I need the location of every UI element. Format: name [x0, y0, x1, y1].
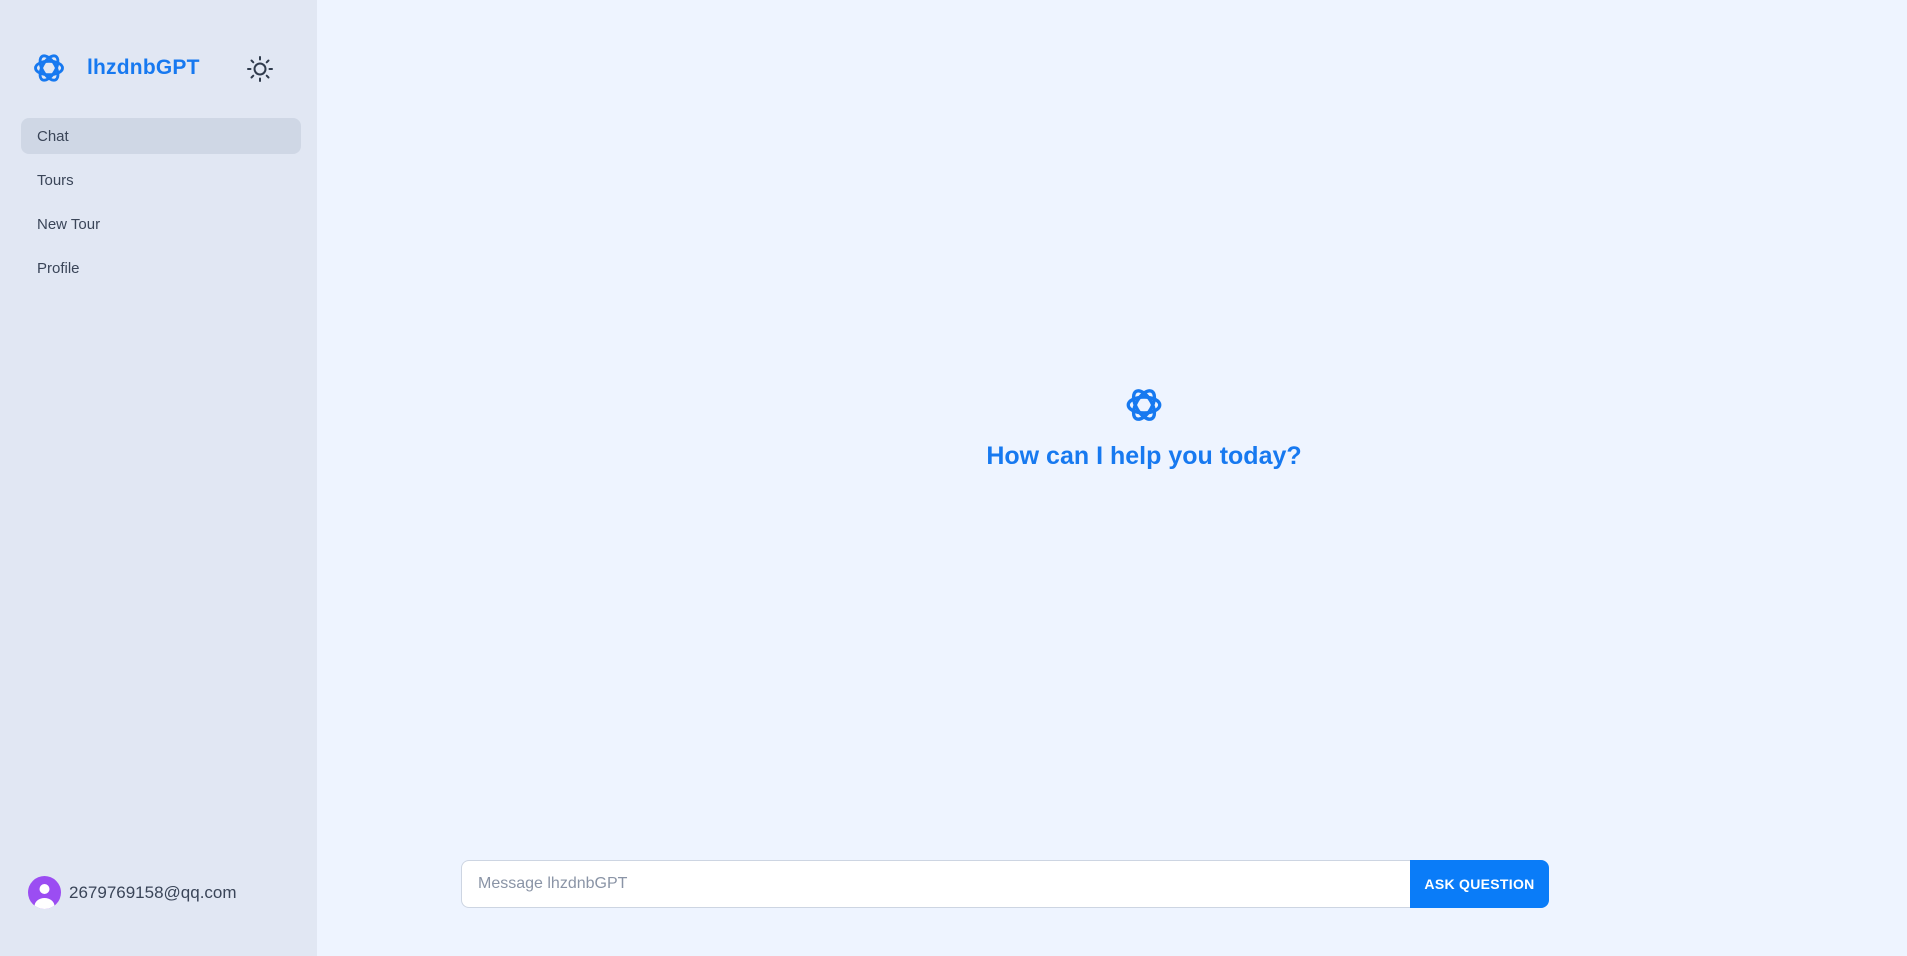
sidebar: lhzdnbGPT Chat Tours New Tour Profile 26… [0, 0, 317, 956]
brand-name: lhzdnbGPT [87, 56, 200, 79]
sidebar-item-label: New Tour [37, 215, 101, 233]
openai-logo-icon [1126, 389, 1162, 421]
sun-icon [247, 56, 273, 82]
sidebar-item-label: Tours [37, 171, 74, 189]
sidebar-item-new-tour[interactable]: New Tour [21, 206, 301, 242]
message-composer: ASK QUESTION [461, 860, 1549, 908]
avatar [28, 876, 61, 909]
message-input[interactable] [461, 860, 1410, 908]
sidebar-item-label: Chat [37, 127, 69, 145]
sidebar-item-label: Profile [37, 259, 80, 277]
sidebar-item-profile[interactable]: Profile [21, 250, 301, 286]
ask-question-button[interactable]: ASK QUESTION [1410, 860, 1549, 908]
user-account[interactable]: 2679769158@qq.com [28, 876, 237, 909]
app: lhzdnbGPT Chat Tours New Tour Profile 26… [0, 0, 1907, 956]
user-icon [34, 884, 55, 909]
main-content: How can I help you today? ASK QUESTION [317, 0, 1907, 956]
user-email: 2679769158@qq.com [69, 882, 237, 902]
welcome-panel: How can I help you today? [317, 384, 1907, 471]
sidebar-item-tours[interactable]: Tours [21, 162, 301, 198]
welcome-title: How can I help you today? [986, 442, 1302, 470]
sidebar-item-chat[interactable]: Chat [21, 118, 301, 154]
brand: lhzdnbGPT [31, 50, 200, 86]
theme-toggle-button[interactable] [244, 53, 276, 85]
openai-logo-icon [34, 54, 64, 82]
sidebar-nav: Chat Tours New Tour Profile [21, 118, 301, 294]
